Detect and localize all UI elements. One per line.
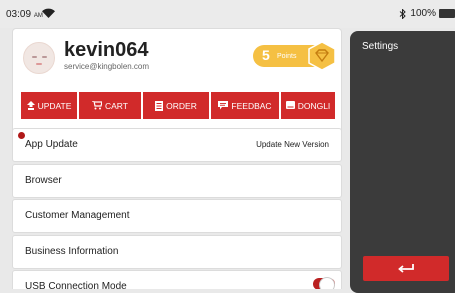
order-button-label: ORDER xyxy=(166,100,197,111)
status-time-value: 03:09 xyxy=(6,9,32,20)
avatar-eye-left xyxy=(32,56,37,58)
avatar-eye-right xyxy=(42,56,47,58)
dongle-button-label: DONGLI xyxy=(297,100,331,111)
setting-label: Customer Management xyxy=(25,210,130,221)
profile-menu: UPDATE CART ORDER FEEDBAC DONGLI xyxy=(21,92,335,119)
toggle-knob xyxy=(319,277,335,289)
status-bar: 03:09 AM 100% xyxy=(0,0,455,28)
setting-value: Update New Version xyxy=(256,140,329,149)
back-button[interactable] xyxy=(363,256,449,281)
setting-label: USB Connection Mode xyxy=(25,281,127,289)
cart-button-label: CART xyxy=(105,100,128,111)
sidebar-title: Settings xyxy=(362,41,399,52)
settings-sidebar: Settings xyxy=(350,31,455,293)
update-button[interactable]: UPDATE xyxy=(21,92,77,119)
return-arrow-icon xyxy=(398,264,414,273)
bluetooth-icon xyxy=(400,8,407,19)
feedback-icon xyxy=(218,101,229,110)
battery-icon xyxy=(439,9,455,18)
avatar-mouth xyxy=(36,63,42,65)
setting-browser[interactable]: Browser xyxy=(12,164,342,198)
notification-dot xyxy=(18,132,25,139)
update-button-label: UPDATE xyxy=(37,100,72,111)
status-time: 03:09 AM xyxy=(6,9,43,20)
cart-button[interactable]: CART xyxy=(79,92,141,119)
points-value: 5 xyxy=(262,47,270,63)
cart-icon xyxy=(92,101,102,110)
feedback-button-label: FEEDBAC xyxy=(231,100,272,111)
feedback-button[interactable]: FEEDBAC xyxy=(211,92,279,119)
user-email: service@kingbolen.com xyxy=(64,62,150,71)
dongle-button[interactable]: DONGLI xyxy=(281,92,335,119)
dongle-icon xyxy=(285,101,295,109)
setting-usb-connection-mode[interactable]: USB Connection Mode xyxy=(12,270,342,289)
diamond-icon xyxy=(308,41,336,71)
setting-label: Business Information xyxy=(25,246,119,257)
settings-panel: kevin064 service@kingbolen.com 5 Points … xyxy=(12,28,342,289)
setting-business-information[interactable]: Business Information xyxy=(12,235,342,269)
setting-label: App Update xyxy=(25,139,78,150)
order-icon xyxy=(155,100,164,111)
upload-icon xyxy=(26,101,35,110)
status-right: 100% xyxy=(399,8,455,19)
order-button[interactable]: ORDER xyxy=(143,92,209,119)
usb-mode-toggle[interactable] xyxy=(313,277,335,289)
wifi-icon xyxy=(42,8,55,18)
avatar[interactable] xyxy=(23,42,55,74)
setting-app-update[interactable]: App Update Update New Version xyxy=(12,128,342,162)
points-label: Points xyxy=(277,53,297,60)
setting-label: Browser xyxy=(25,175,62,186)
battery-percent: 100% xyxy=(410,8,436,19)
points-badge[interactable]: 5 Points xyxy=(253,41,336,71)
username: kevin064 xyxy=(64,39,149,61)
setting-customer-management[interactable]: Customer Management xyxy=(12,199,342,233)
